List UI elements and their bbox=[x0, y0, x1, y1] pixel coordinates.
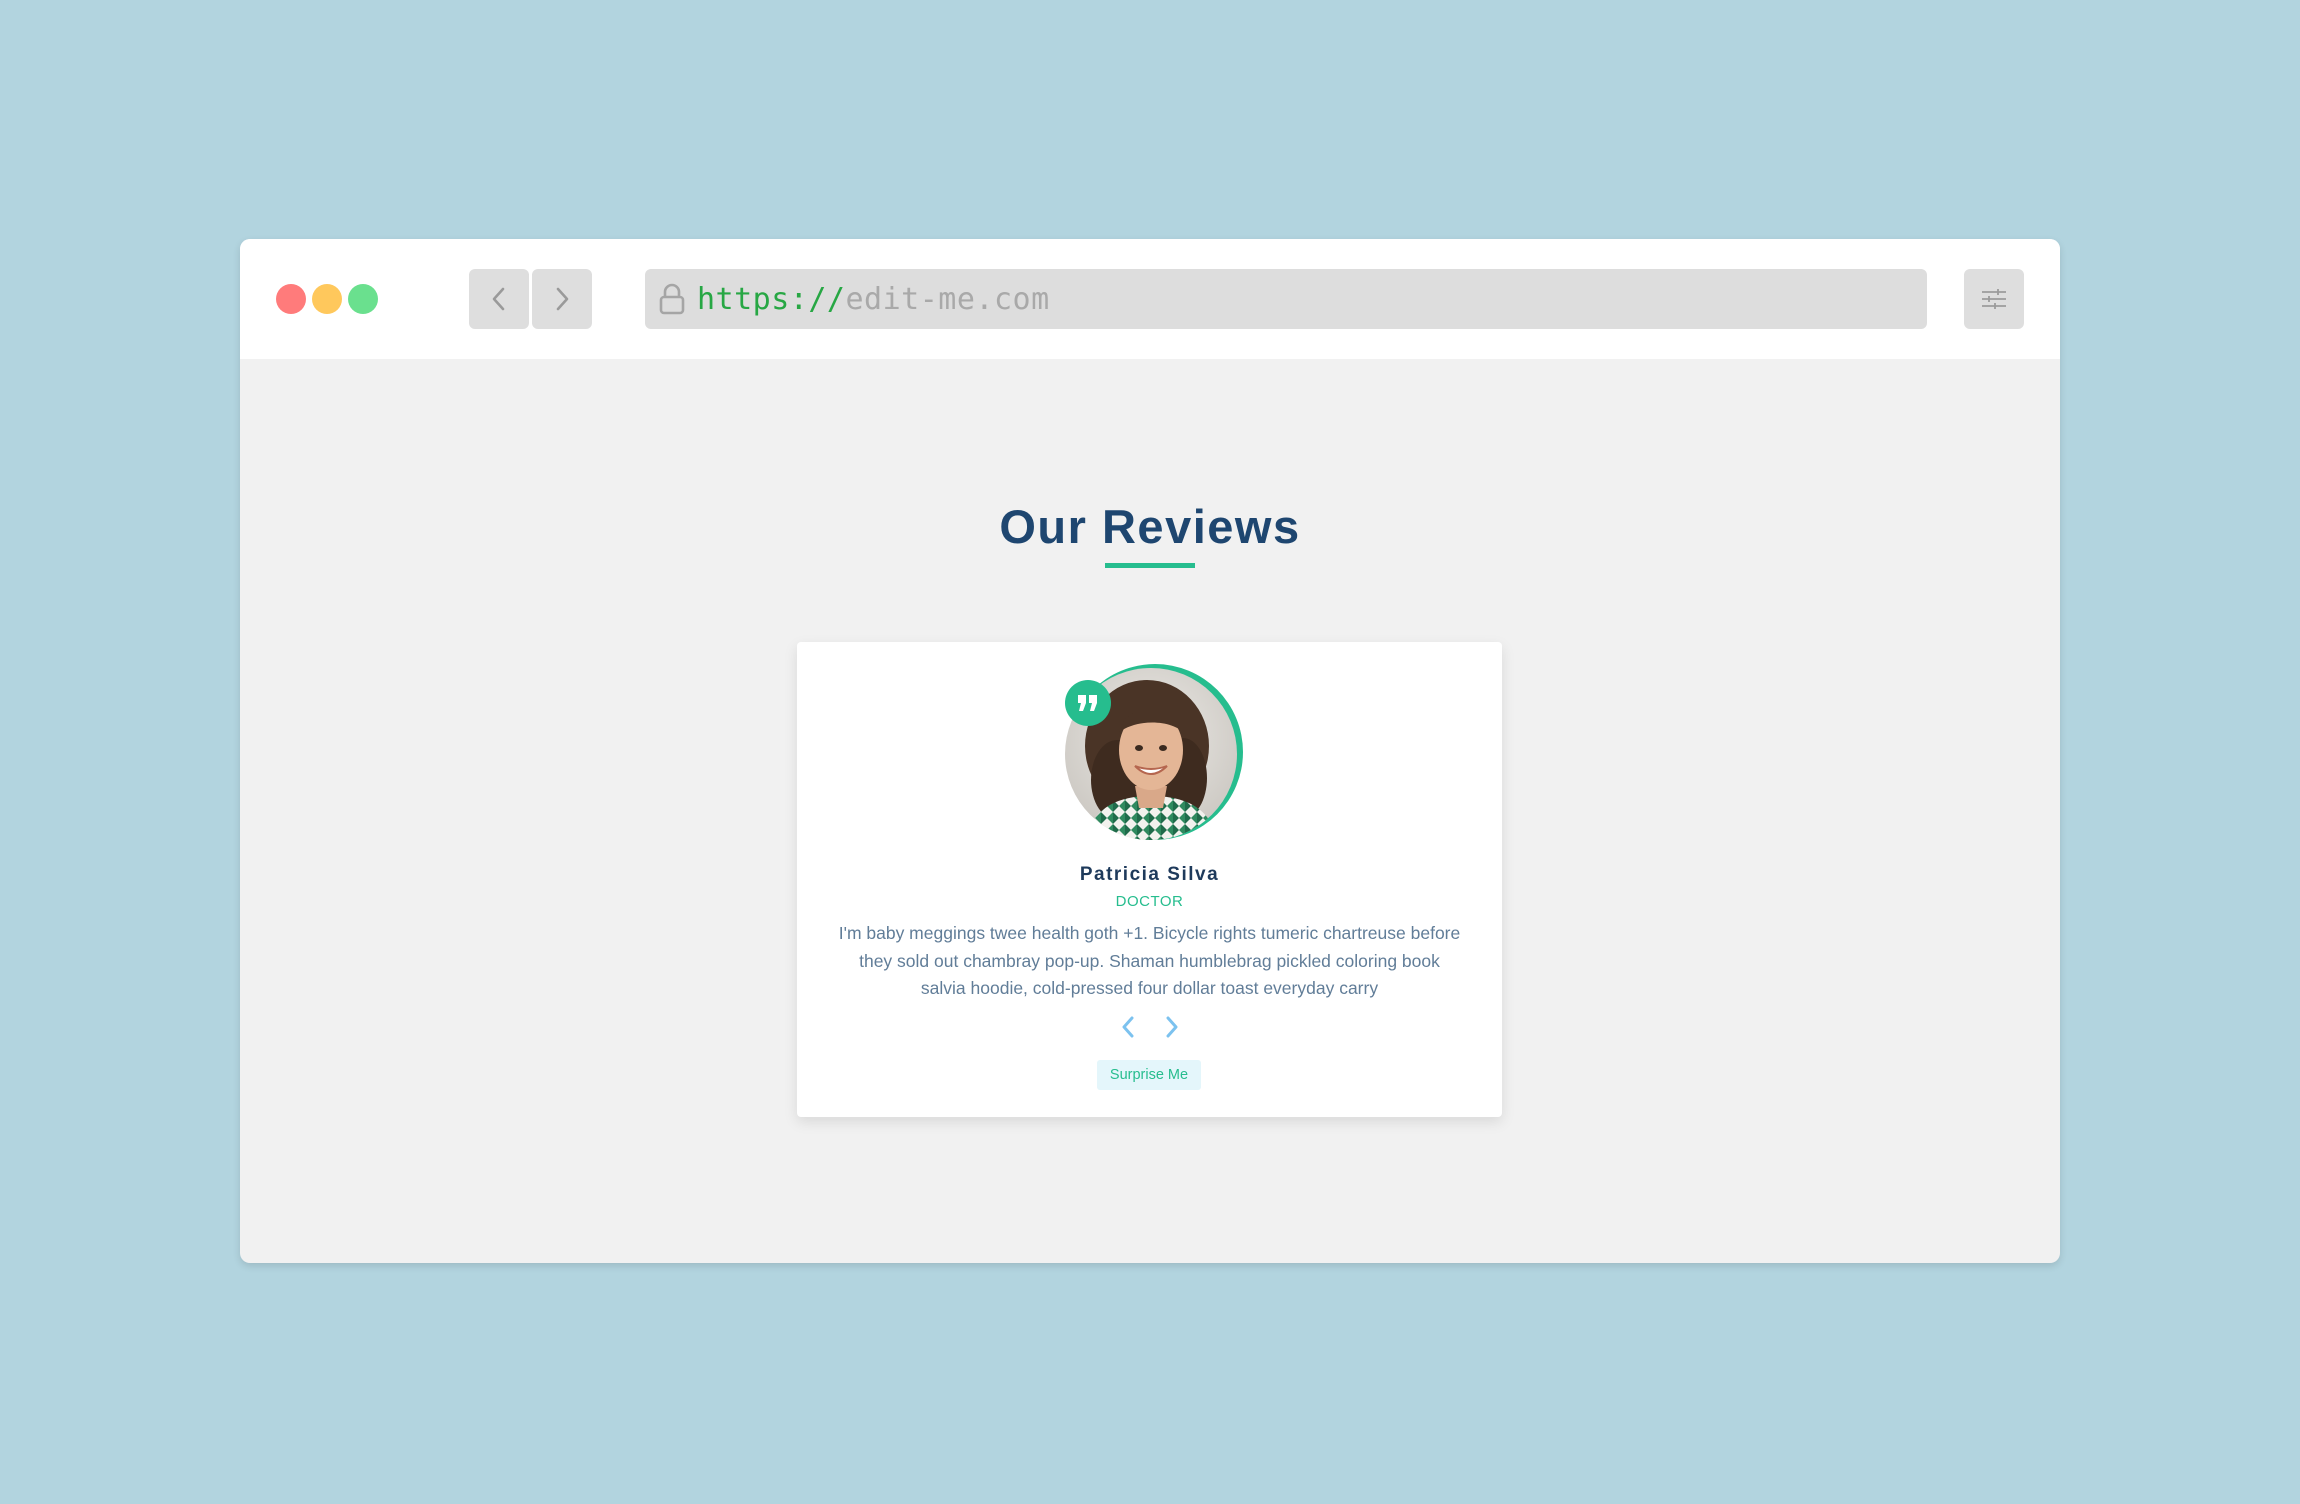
chevron-right-icon bbox=[556, 287, 569, 311]
close-window-button[interactable] bbox=[276, 284, 306, 314]
reviewer-name: Patricia Silva bbox=[1079, 864, 1220, 885]
surprise-me-button[interactable]: Surprise Me bbox=[1097, 1060, 1201, 1090]
chevron-right-icon bbox=[1166, 1016, 1177, 1038]
sliders-icon bbox=[1982, 289, 2006, 309]
review-navigation bbox=[797, 1014, 1502, 1040]
browser-toolbar: https://edit-me.com bbox=[240, 239, 2060, 359]
title-underline bbox=[1105, 563, 1195, 568]
reviewer-job: DOCTOR bbox=[1115, 893, 1184, 910]
quote-icon bbox=[1065, 680, 1111, 726]
chevron-left-icon bbox=[492, 287, 505, 311]
prev-review-button[interactable] bbox=[1117, 1014, 1139, 1040]
chevron-left-icon bbox=[1122, 1016, 1133, 1038]
minimize-window-button[interactable] bbox=[312, 284, 342, 314]
lock-icon bbox=[657, 281, 687, 317]
browser-window: https://edit-me.com Our Reviews Patricia… bbox=[240, 239, 2060, 1263]
url-scheme: https:// bbox=[697, 281, 846, 317]
page-content: Our Reviews Patricia Silva DOCTOR I'm ba… bbox=[240, 359, 2060, 1263]
page-title: Our Reviews bbox=[999, 500, 1301, 553]
avatar-container bbox=[1065, 664, 1245, 842]
review-text: I'm baby meggings twee health goth +1. B… bbox=[838, 923, 1461, 998]
settings-button[interactable] bbox=[1964, 269, 2024, 329]
back-button[interactable] bbox=[469, 269, 529, 329]
url-text: https://edit-me.com bbox=[697, 282, 1050, 317]
maximize-window-button[interactable] bbox=[348, 284, 378, 314]
next-review-button[interactable] bbox=[1161, 1014, 1183, 1040]
review-card: Patricia Silva DOCTOR I'm baby meggings … bbox=[797, 642, 1502, 1117]
forward-button[interactable] bbox=[532, 269, 592, 329]
url-host: edit-me.com bbox=[845, 281, 1050, 317]
address-bar[interactable]: https://edit-me.com bbox=[645, 269, 1927, 329]
